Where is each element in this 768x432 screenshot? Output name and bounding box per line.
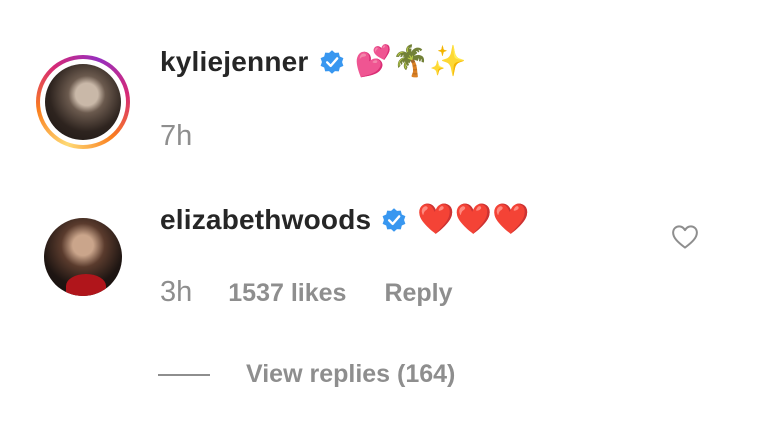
verified-badge-icon [320,50,343,74]
username-link[interactable]: kyliejenner [160,46,309,78]
view-replies[interactable]: View replies (164) [158,360,455,389]
like-heart-icon[interactable] [670,222,700,252]
comment-header: kyliejenner 💕🌴✨ [160,44,467,80]
avatar-ring-gap [40,59,126,145]
replies-divider [158,373,210,376]
username-link[interactable]: elizabethwoods [160,204,371,236]
timestamp[interactable]: 3h [160,276,192,309]
avatar-detail [66,274,106,296]
comment-text: ❤️❤️❤️ [417,203,530,236]
verified-badge-icon [382,208,406,232]
comment-meta: 7h [160,120,192,153]
likes-count-button[interactable]: 1537 likes [228,279,346,308]
comment-text: 💕🌴✨ [354,45,467,78]
reply-button[interactable]: Reply [384,279,452,308]
view-replies-button[interactable]: View replies (164) [246,360,455,389]
comment-header: elizabethwoods ❤️❤️❤️ [160,202,529,238]
comment-meta: 3h 1537 likes Reply [160,276,453,309]
avatar[interactable] [44,218,122,296]
avatar [45,64,121,140]
avatar-story-ring[interactable] [36,55,130,149]
timestamp[interactable]: 7h [160,120,192,153]
